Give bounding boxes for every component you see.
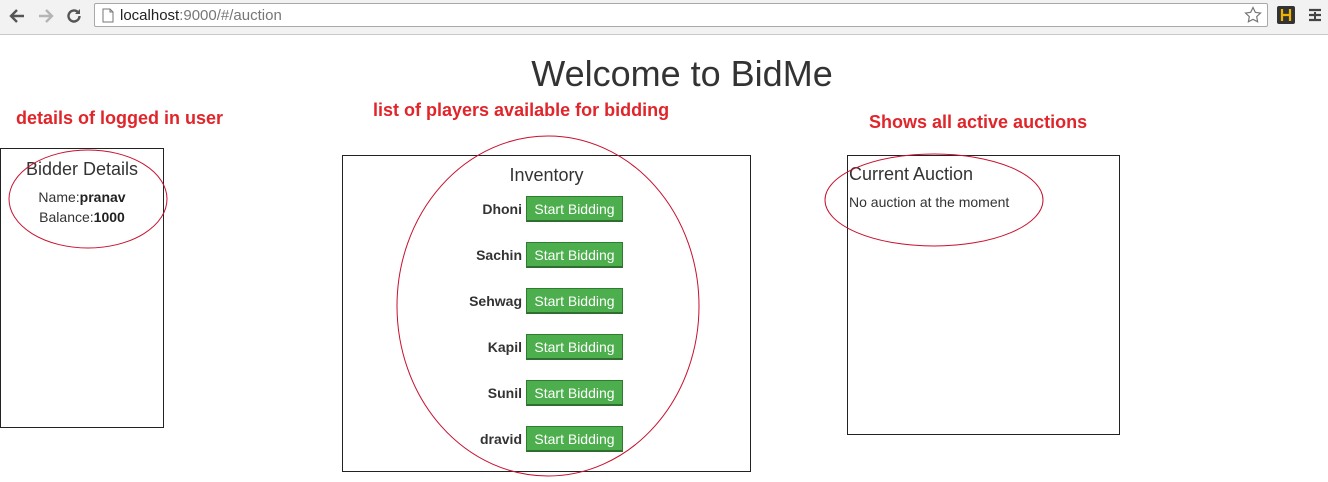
start-bidding-button[interactable]: Start Bidding [526,242,623,268]
bidder-heading: Bidder Details [25,159,139,179]
start-bidding-button[interactable]: Start Bidding [526,196,623,222]
name-label: Name: [38,189,80,205]
name-value: pranav [79,189,126,205]
balance-value: 1000 [93,209,125,225]
url-text: localhost:9000/#/auction [120,7,282,24]
player-name: dravid [479,431,522,447]
player-name: Dhoni [482,201,522,217]
menu-icon [1309,8,1321,22]
extension-icon[interactable] [1277,6,1295,24]
back-arrow-icon [9,9,24,23]
browser-toolbar: localhost:9000/#/auction [0,0,1328,35]
extension-h-icon [1280,9,1292,21]
start-bidding-button[interactable]: Start Bidding [526,426,623,452]
page-icon [102,8,114,23]
bookmark-star-icon[interactable] [1244,6,1262,24]
player-row: Sehwag Start Bidding [343,288,752,314]
reload-icon [67,9,81,23]
auction-heading: Current Auction [849,164,974,184]
bidder-details-panel: Bidder Details Name:pranav Balance:1000 [0,148,164,428]
annotation-inventory: list of players available for bidding [373,100,670,120]
inventory-panel: Inventory Dhoni Start Bidding Sachin Sta… [342,155,751,472]
bidder-name: Name:pranav [1,189,163,205]
player-name: Kapil [487,339,522,355]
back-button[interactable] [6,5,28,27]
player-row: dravid Start Bidding [343,426,752,452]
page-title: Welcome to BidMe [531,53,833,94]
start-bidding-button[interactable]: Start Bidding [526,380,623,406]
forward-arrow-icon [39,9,54,23]
player-row: Kapil Start Bidding [343,334,752,360]
current-auction-panel: Current Auction No auction at the moment [847,155,1120,435]
reload-button[interactable] [63,5,85,27]
player-name: Sachin [476,247,522,263]
start-bidding-button[interactable]: Start Bidding [526,288,623,314]
start-bidding-button[interactable]: Start Bidding [526,334,623,360]
auction-message: No auction at the moment [849,194,1010,210]
player-row: Dhoni Start Bidding [343,196,752,222]
address-bar[interactable]: localhost:9000/#/auction [94,3,1268,27]
player-row: Sachin Start Bidding [343,242,752,268]
annotation-bidder: details of logged in user [16,108,224,128]
player-name: Sunil [487,385,522,401]
annotation-auction: Shows all active auctions [869,112,1088,132]
player-row: Sunil Start Bidding [343,380,752,406]
menu-button[interactable] [1306,6,1324,24]
forward-button[interactable] [35,5,57,27]
bidder-balance: Balance:1000 [1,209,163,225]
balance-label: Balance: [39,209,94,225]
inventory-heading: Inventory [509,165,584,185]
player-name: Sehwag [469,293,522,309]
